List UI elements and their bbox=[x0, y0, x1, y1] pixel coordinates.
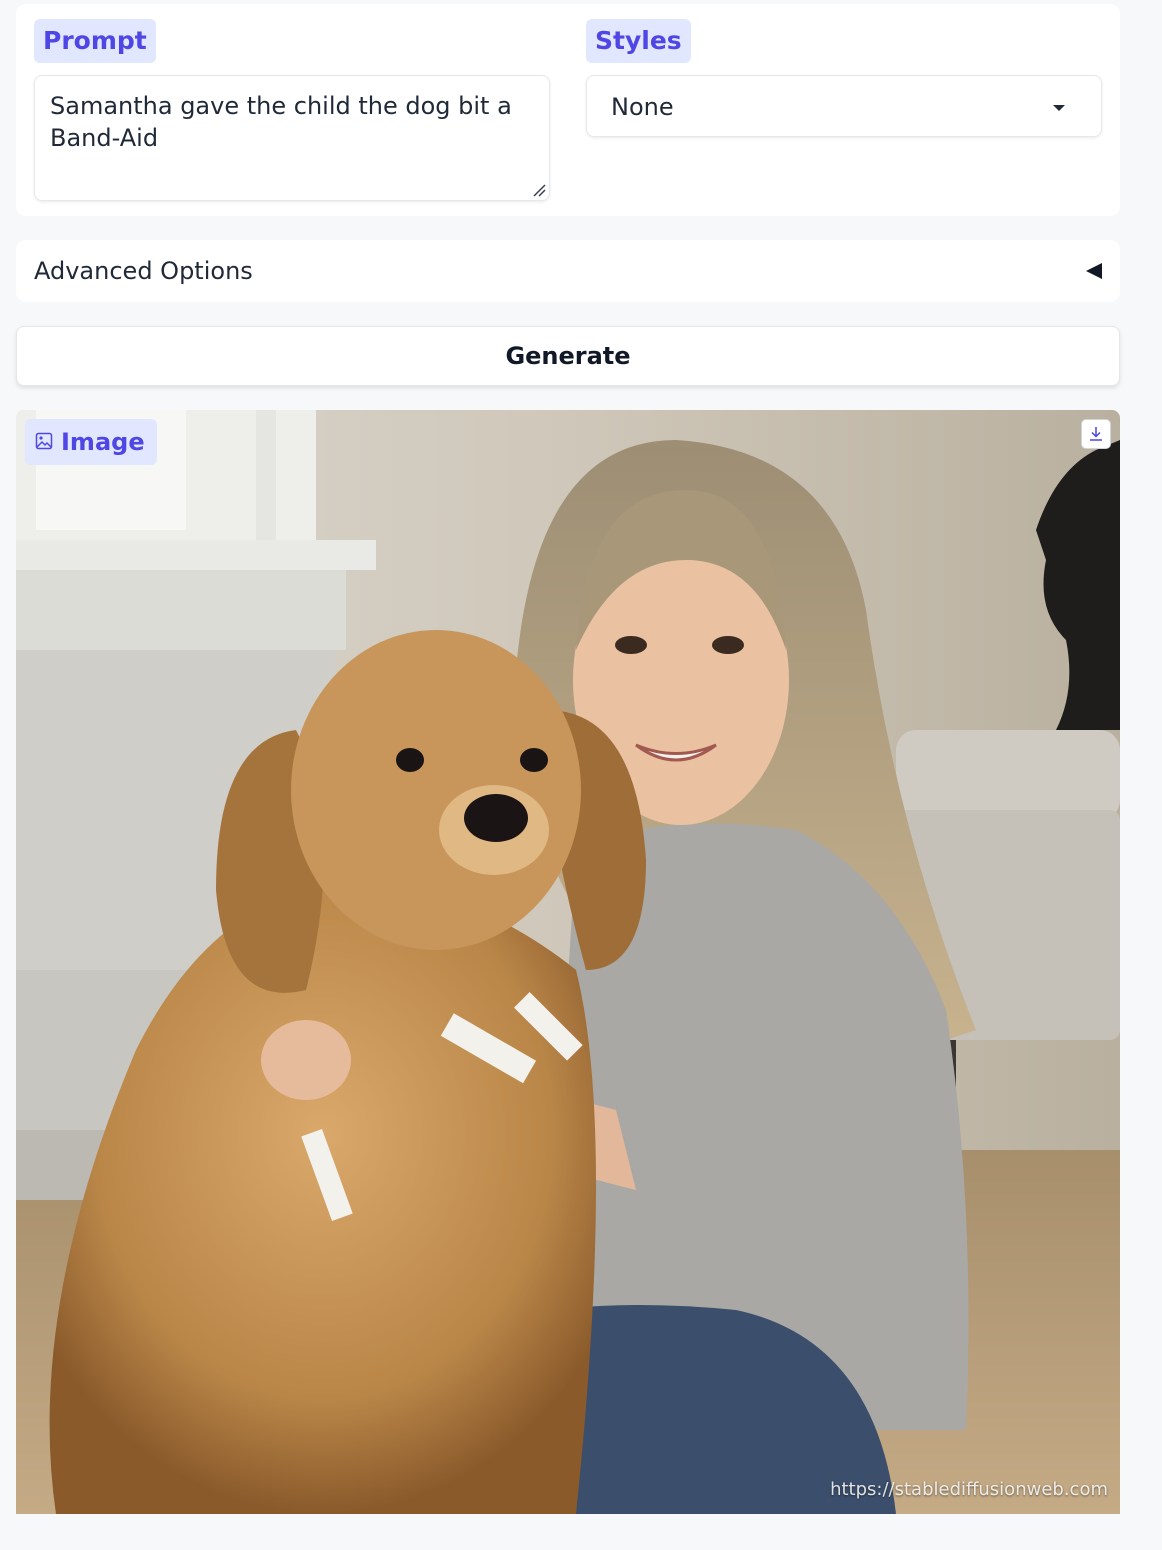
chevron-down-icon bbox=[1053, 105, 1065, 111]
styles-label: Styles bbox=[586, 19, 691, 63]
generate-button[interactable]: Generate bbox=[16, 326, 1120, 386]
advanced-options-label: Advanced Options bbox=[34, 257, 253, 285]
prompt-label: Prompt bbox=[34, 19, 156, 63]
prompt-textarea[interactable]: Samantha gave the child the dog bit a Ba… bbox=[34, 75, 550, 201]
image-icon bbox=[35, 432, 53, 450]
watermark: https://stablediffusionweb.com bbox=[830, 1479, 1108, 1500]
resize-grip-icon[interactable] bbox=[532, 183, 546, 197]
download-icon bbox=[1090, 427, 1102, 441]
image-label-text: Image bbox=[61, 428, 145, 456]
prompt-text: Samantha gave the child the dog bit a Ba… bbox=[50, 92, 512, 152]
advanced-options-accordion[interactable]: Advanced Options bbox=[16, 240, 1120, 302]
styles-dropdown[interactable]: None bbox=[586, 75, 1102, 137]
image-label: Image bbox=[25, 419, 157, 465]
styles-selected-value: None bbox=[611, 93, 674, 121]
output-image: Image https://stablediffusionweb.com bbox=[16, 410, 1120, 1514]
generated-photo bbox=[16, 410, 1120, 1514]
download-button[interactable] bbox=[1081, 419, 1111, 449]
triangle-left-icon bbox=[1086, 263, 1102, 279]
input-panel: Prompt Samantha gave the child the dog b… bbox=[16, 4, 1120, 216]
